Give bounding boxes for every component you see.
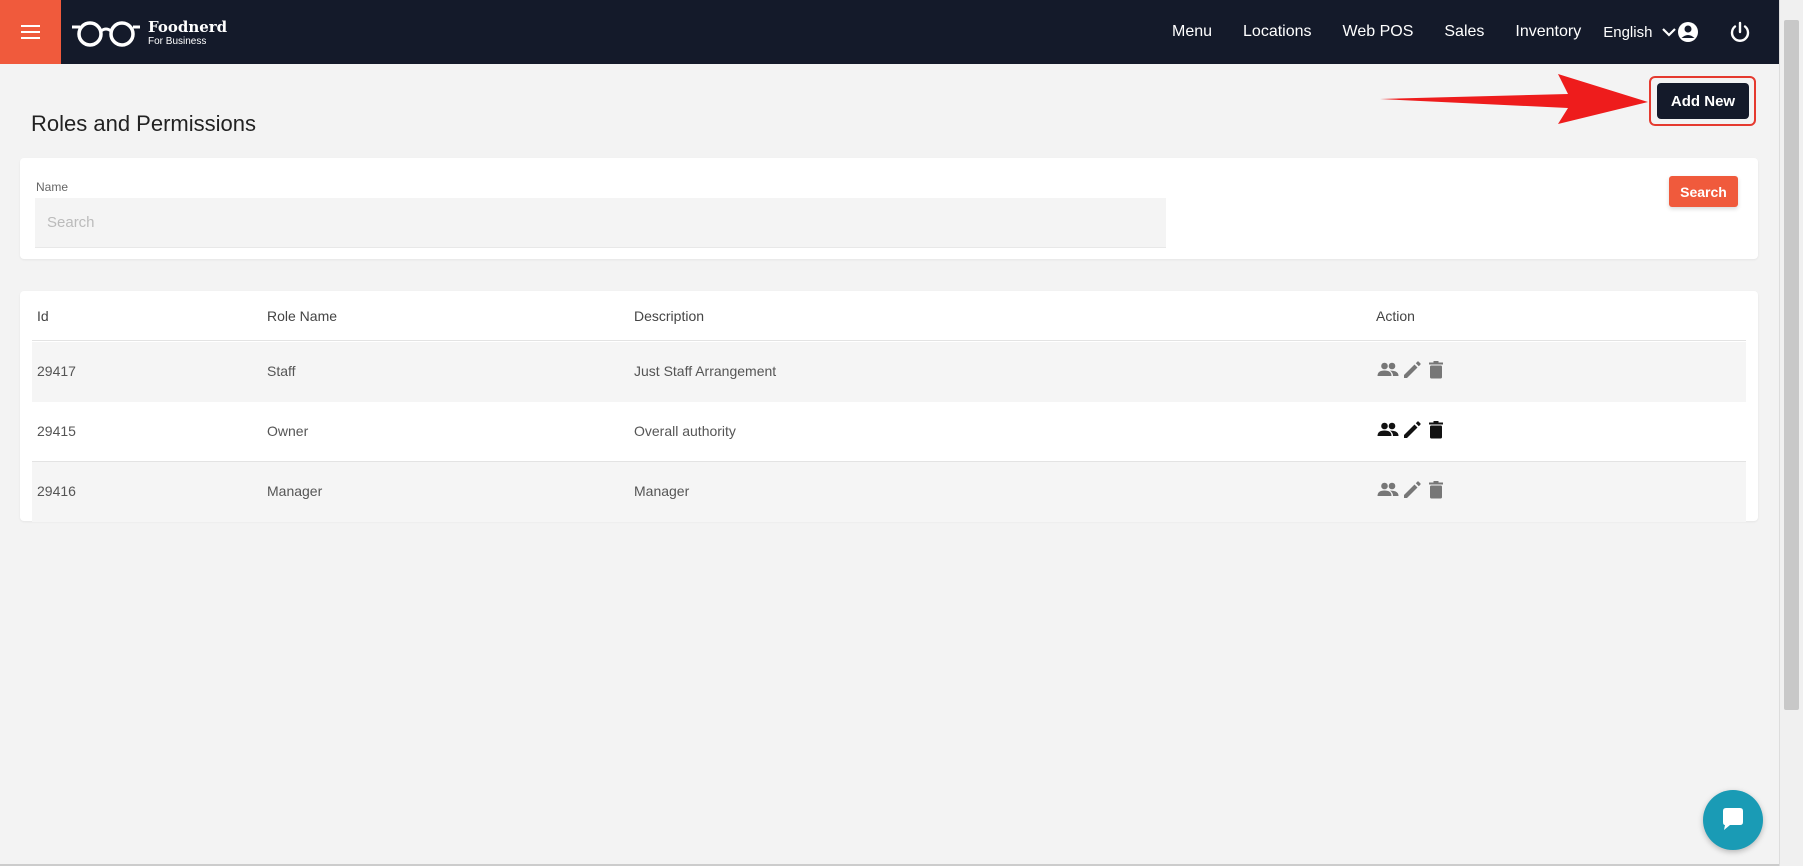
table-header: Id Role Name Description Action <box>32 291 1746 341</box>
chat-widget-button[interactable] <box>1703 790 1763 850</box>
people-icon[interactable] <box>1376 478 1400 502</box>
top-navigation-bar: Foodnerd For Business Menu Locations Web… <box>0 0 1779 64</box>
brand-logo[interactable]: Foodnerd For Business <box>70 16 227 50</box>
menu-icon <box>21 25 40 39</box>
menu-toggle-button[interactable] <box>0 0 61 64</box>
nav-item-menu[interactable]: Menu <box>1172 23 1212 41</box>
language-label: English <box>1603 23 1653 41</box>
column-header-id[interactable]: Id <box>37 308 49 324</box>
scrollbar-thumb[interactable] <box>1784 20 1799 710</box>
column-header-description[interactable]: Description <box>634 308 704 324</box>
main-nav: Menu Locations Web POS Sales Inventory E… <box>1172 0 1677 64</box>
row-actions <box>1376 358 1448 382</box>
annotation-arrow-icon <box>1380 74 1648 124</box>
delete-icon[interactable] <box>1424 418 1448 442</box>
name-field-label: Name <box>36 180 69 194</box>
nav-item-web-pos[interactable]: Web POS <box>1343 23 1414 41</box>
table-row: 29416 Manager Manager <box>32 462 1746 522</box>
nav-item-locations[interactable]: Locations <box>1243 23 1312 41</box>
glasses-logo-icon <box>72 21 140 47</box>
role-name: Staff <box>267 363 296 379</box>
page-scrollbar[interactable] <box>1779 0 1803 866</box>
search-button[interactable]: Search <box>1669 176 1738 207</box>
table-row: 29415 Owner Overall authority <box>32 402 1746 462</box>
row-actions <box>1376 478 1448 502</box>
edit-icon[interactable] <box>1400 418 1424 442</box>
delete-icon[interactable] <box>1424 358 1448 382</box>
add-new-button[interactable]: Add New <box>1657 83 1749 119</box>
language-selector[interactable]: English <box>1603 23 1677 41</box>
search-filter-card: Name Search <box>20 158 1758 259</box>
power-icon[interactable] <box>1728 20 1752 44</box>
nav-item-inventory[interactable]: Inventory <box>1515 23 1581 41</box>
name-search-input[interactable] <box>35 198 1166 248</box>
table-row: 29417 Staff Just Staff Arrangement <box>32 342 1746 402</box>
account-icon[interactable] <box>1676 20 1700 44</box>
column-header-action: Action <box>1376 308 1415 324</box>
chevron-down-icon <box>1662 28 1677 37</box>
roles-table: Id Role Name Description Action 29417 St… <box>20 291 1758 522</box>
column-header-role-name[interactable]: Role Name <box>267 308 337 324</box>
brand-subtitle: For Business <box>148 35 207 47</box>
edit-icon[interactable] <box>1400 358 1424 382</box>
people-icon[interactable] <box>1376 418 1400 442</box>
people-icon[interactable] <box>1376 358 1400 382</box>
brand-name: Foodnerd <box>148 17 228 36</box>
role-id: 29416 <box>37 483 76 499</box>
page-title: Roles and Permissions <box>31 111 256 136</box>
add-new-highlight: Add New <box>1649 76 1756 126</box>
role-id: 29417 <box>37 363 76 379</box>
role-description: Overall authority <box>634 423 736 439</box>
edit-icon[interactable] <box>1400 478 1424 502</box>
row-actions <box>1376 418 1448 442</box>
role-description: Manager <box>634 483 690 499</box>
nav-item-sales[interactable]: Sales <box>1444 23 1484 41</box>
role-name: Manager <box>267 483 323 499</box>
role-description: Just Staff Arrangement <box>634 363 777 379</box>
chat-icon <box>1723 808 1743 830</box>
role-name: Owner <box>267 423 309 439</box>
role-id: 29415 <box>37 423 76 439</box>
delete-icon[interactable] <box>1424 478 1448 502</box>
